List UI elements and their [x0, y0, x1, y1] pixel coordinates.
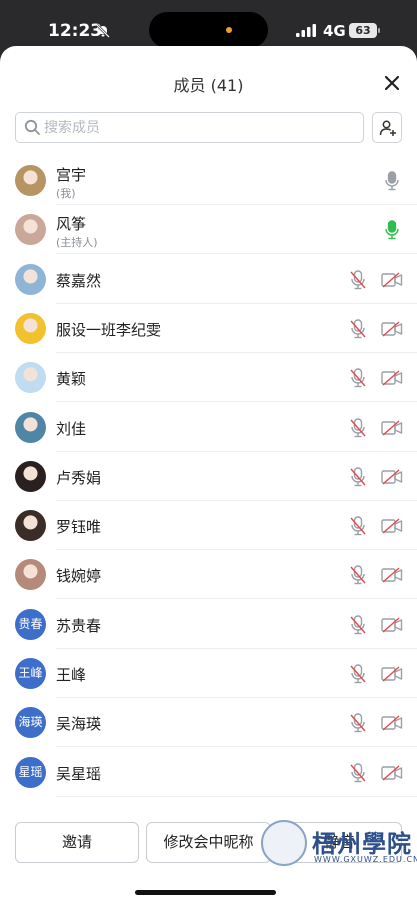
- member-name: 宫宇: [56, 166, 87, 184]
- status-bar: 12:23 4G 63: [0, 0, 417, 48]
- mic-muted-icon[interactable]: [349, 565, 367, 585]
- mic-muted-icon[interactable]: [349, 269, 367, 290]
- camera-off-icon[interactable]: [381, 272, 403, 288]
- network-type: 4G: [323, 22, 346, 40]
- avatar: [15, 312, 46, 344]
- mic-muted-icon[interactable]: [349, 664, 367, 684]
- dynamic-island: [149, 12, 268, 48]
- avatar: [15, 460, 46, 492]
- rename-button[interactable]: 修改会中昵称: [146, 822, 271, 863]
- member-name: 钱婉婷: [56, 567, 102, 586]
- member-row[interactable]: 罗钰唯: [0, 501, 417, 551]
- invite-button[interactable]: 邀请: [15, 822, 139, 863]
- member-row[interactable]: 王峰 王峰: [0, 649, 417, 698]
- avatar: 星瑶: [15, 756, 46, 788]
- mic-muted-icon[interactable]: [349, 467, 367, 487]
- avatar: [15, 411, 46, 443]
- member-name: 服设一班李纪雯: [56, 320, 162, 339]
- member-row[interactable]: 风筝 (主持人): [0, 205, 417, 255]
- member-name: 风筝: [56, 215, 87, 234]
- mic-muted-icon[interactable]: [349, 614, 367, 635]
- member-row[interactable]: 钱婉婷: [0, 550, 417, 600]
- camera-off-icon[interactable]: [381, 518, 403, 534]
- search-icon: [24, 119, 40, 135]
- member-row[interactable]: 蔡嘉然: [0, 255, 417, 304]
- avatar: 海瑛: [15, 707, 46, 739]
- member-name: 卢秀娟: [56, 468, 102, 487]
- avatar: 王峰: [15, 658, 46, 689]
- member-role: (主持人): [56, 236, 98, 250]
- status-time: 12:23: [48, 21, 103, 41]
- member-name: 吴星瑶: [56, 764, 102, 783]
- camera-off-icon[interactable]: [381, 419, 403, 436]
- camera-off-icon[interactable]: [381, 567, 403, 583]
- camera-off-icon[interactable]: [381, 469, 403, 485]
- battery-tip: [378, 28, 380, 33]
- watermark-text: 梧州學院: [312, 829, 412, 858]
- member-name: 黄颖: [56, 370, 87, 389]
- avatar: [15, 362, 46, 394]
- member-row[interactable]: 贵春 苏贵春: [0, 600, 417, 649]
- mic-muted-icon[interactable]: [349, 368, 367, 388]
- bell-off-icon: [96, 24, 110, 38]
- mic-muted-icon[interactable]: [349, 762, 367, 783]
- member-role: (我): [56, 187, 76, 200]
- member-row[interactable]: 服设一班李纪雯: [0, 304, 417, 353]
- battery-icon: 63: [349, 23, 377, 38]
- sheet-title: 成员 (41): [173, 76, 244, 95]
- add-user-icon: [379, 120, 396, 136]
- camera-off-icon[interactable]: [381, 715, 403, 731]
- avatar: 贵春: [15, 608, 46, 640]
- signal-icon: [296, 24, 316, 37]
- member-row[interactable]: 卢秀娟: [0, 452, 417, 501]
- member-row[interactable]: 星瑶 吴星瑶: [0, 748, 417, 797]
- member-row[interactable]: 刘佳: [0, 403, 417, 452]
- member-list[interactable]: 宫宇 (我) 风筝 (主持人) 蔡嘉然服设一班李纪雯 黄颖刘佳卢秀娟罗钰唯钱婉婷贵春 苏贵春…: [0, 156, 417, 806]
- member-row[interactable]: 宫宇 (我): [0, 156, 417, 205]
- avatar: [15, 559, 46, 591]
- mic-muted-icon[interactable]: [349, 417, 367, 438]
- camera-off-icon[interactable]: [381, 617, 403, 633]
- member-name: 吴海瑛: [56, 715, 102, 734]
- close-icon[interactable]: [383, 74, 401, 92]
- member-row[interactable]: 海瑛 吴海瑛: [0, 698, 417, 748]
- avatar: [15, 263, 46, 295]
- watermark-seal-icon: [261, 820, 307, 866]
- member-name: 苏贵春: [56, 616, 102, 635]
- avatar: [15, 165, 46, 196]
- member-row[interactable]: 黄颖: [0, 353, 417, 403]
- mic-muted-icon[interactable]: [349, 713, 367, 733]
- watermark-url: WWW.GXUWZ.EDU.CN: [314, 855, 417, 864]
- member-name: 罗钰唯: [56, 518, 102, 537]
- member-name: 刘佳: [56, 419, 87, 438]
- camera-off-icon[interactable]: [381, 370, 403, 386]
- mic-icon[interactable]: [383, 171, 401, 191]
- camera-off-icon[interactable]: [381, 765, 403, 781]
- home-indicator[interactable]: [135, 890, 276, 895]
- avatar: [15, 510, 46, 542]
- members-sheet: 成员 (41) 宫宇 (我) 风筝 (主持人) 蔡嘉然服设一班李纪雯黄颖刘佳卢秀娟罗钰唯…: [0, 46, 417, 906]
- mic-muted-icon[interactable]: [349, 319, 367, 339]
- mic-muted-icon[interactable]: [349, 516, 367, 536]
- search-input[interactable]: [44, 115, 354, 141]
- watermark: 梧州學院 WWW.GXUWZ.EDU.CN: [256, 810, 417, 906]
- avatar: [15, 214, 46, 246]
- mic-indicator-dot: [226, 27, 232, 33]
- search-box[interactable]: [15, 112, 364, 143]
- camera-off-icon[interactable]: [381, 666, 403, 682]
- camera-off-icon[interactable]: [381, 321, 403, 337]
- add-member-button[interactable]: [372, 112, 402, 143]
- member-name: 蔡嘉然: [56, 271, 102, 290]
- mic-icon[interactable]: [383, 220, 401, 240]
- member-name: 王峰: [56, 666, 87, 684]
